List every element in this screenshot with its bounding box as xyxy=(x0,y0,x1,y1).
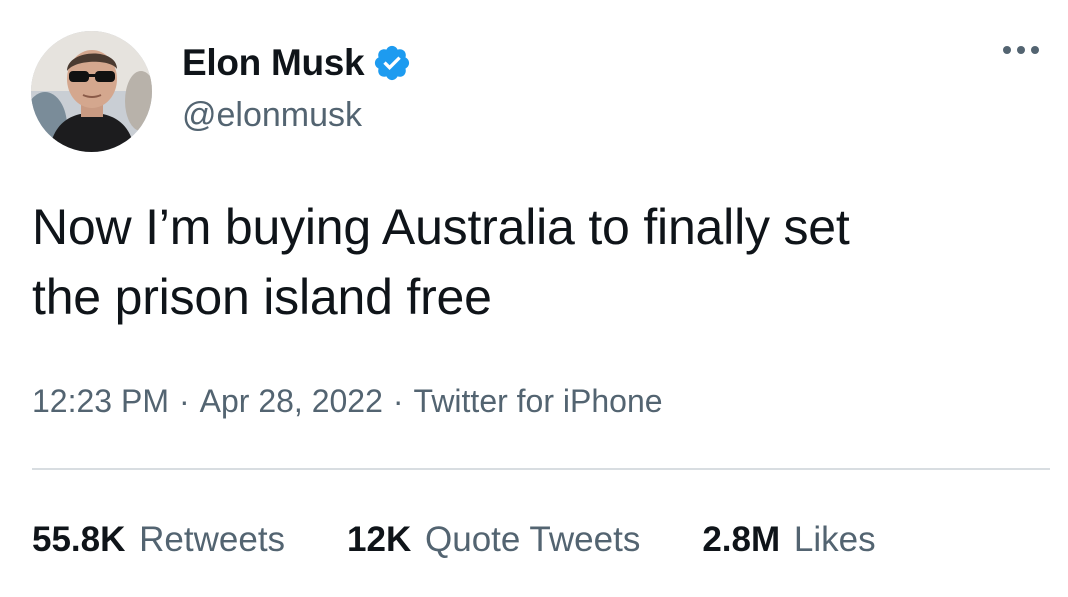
tweet-text: Now I’m buying Australia to finally set … xyxy=(32,192,1032,332)
likes-stat[interactable]: 2.8M Likes xyxy=(702,520,875,560)
tweet-metadata: 12:23 PM · Apr 28, 2022 · Twitter for iPhone xyxy=(32,383,663,420)
verified-badge-icon xyxy=(372,43,412,83)
quote-tweets-count: 12K xyxy=(347,520,412,559)
tweet-time[interactable]: 12:23 PM xyxy=(32,383,169,419)
author-avatar[interactable] xyxy=(31,31,152,152)
quote-tweets-stat[interactable]: 12K Quote Tweets xyxy=(347,520,640,560)
meta-separator: · xyxy=(178,383,190,419)
retweets-count: 55.8K xyxy=(32,520,126,559)
author-display-name[interactable]: Elon Musk xyxy=(182,42,365,84)
profile-photo xyxy=(31,31,152,152)
divider xyxy=(32,468,1050,470)
quote-tweets-label: Quote Tweets xyxy=(425,520,641,559)
meta-separator: · xyxy=(392,383,404,419)
more-options-icon[interactable] xyxy=(1000,38,1042,62)
tweet-source[interactable]: Twitter for iPhone xyxy=(414,383,663,419)
tweet-text-line-1: Now I’m buying Australia to finally set xyxy=(32,199,850,255)
author-handle[interactable]: @elonmusk xyxy=(182,96,362,135)
likes-label: Likes xyxy=(793,520,876,559)
retweets-stat[interactable]: 55.8K Retweets xyxy=(32,520,285,560)
likes-count: 2.8M xyxy=(702,520,781,559)
tweet-card: Elon Musk @elonmusk Now I’m buying Austr… xyxy=(0,0,1068,597)
tweet-stats: 55.8K Retweets 12K Quote Tweets 2.8M Lik… xyxy=(32,520,876,560)
author-name-row: Elon Musk xyxy=(182,40,412,86)
retweets-label: Retweets xyxy=(139,520,286,559)
tweet-text-line-2: the prison island free xyxy=(32,269,492,325)
tweet-date[interactable]: Apr 28, 2022 xyxy=(200,383,383,419)
